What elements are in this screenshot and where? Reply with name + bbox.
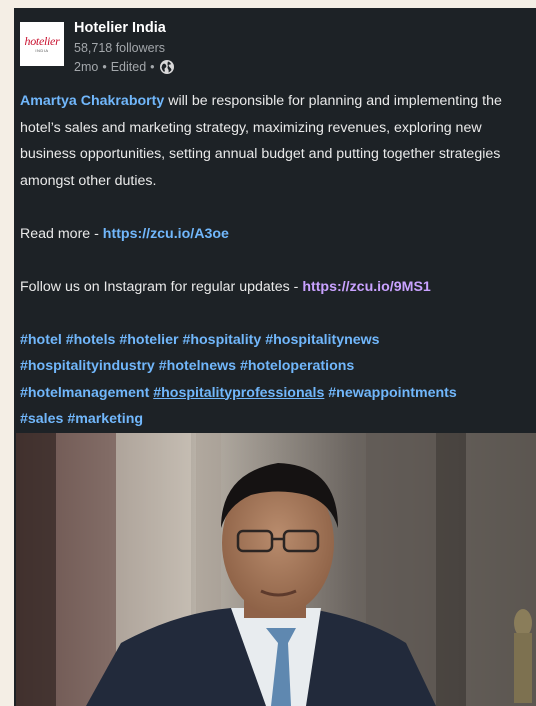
author-name[interactable]: Hotelier India bbox=[74, 20, 166, 36]
hashtag-link[interactable]: #hospitality bbox=[182, 332, 261, 348]
hashtag-link[interactable]: #hospitalityprofessionals bbox=[153, 385, 324, 401]
follower-count: 58,718 followers bbox=[74, 41, 166, 55]
edited-label: Edited bbox=[110, 60, 147, 74]
separator-dot: • bbox=[102, 60, 107, 74]
hashtag-link[interactable]: #hotelnews bbox=[159, 358, 236, 374]
post-header: hotelier INDIA Hotelier India 58,718 fol… bbox=[20, 20, 520, 80]
hashtag-link[interactable]: #hospitalitynews bbox=[265, 332, 379, 348]
read-more-label: Read more - bbox=[20, 225, 103, 242]
globe-icon bbox=[159, 60, 174, 74]
hashtag-block: #hotel #hotels #hotelier #hospitality #h… bbox=[20, 327, 532, 433]
separator-dot: • bbox=[150, 60, 155, 74]
hashtag-link[interactable]: #newappointments bbox=[328, 385, 457, 401]
logo-subtext: INDIA bbox=[35, 48, 49, 53]
hashtag-link[interactable]: #hotel bbox=[20, 332, 62, 348]
post-card: hotelier INDIA Hotelier India 58,718 fol… bbox=[14, 8, 536, 706]
post-image[interactable] bbox=[16, 433, 536, 706]
follow-label: Follow us on Instagram for regular updat… bbox=[20, 278, 303, 295]
hashtag-link[interactable]: #hotelier bbox=[119, 332, 178, 348]
post-body: Amartya Chakraborty will be responsible … bbox=[20, 88, 532, 433]
post-meta: 2mo • Edited • bbox=[74, 59, 175, 75]
hashtag-link[interactable]: #hotels bbox=[66, 332, 116, 348]
post-time: 2mo bbox=[74, 60, 99, 74]
hashtag-link[interactable]: #sales bbox=[20, 411, 63, 427]
hashtag-link[interactable]: #hoteloperations bbox=[240, 358, 354, 374]
post-paragraph: Amartya Chakraborty will be responsible … bbox=[20, 88, 532, 194]
portrait-photo bbox=[16, 433, 536, 706]
hashtag-link[interactable]: #hotelmanagement bbox=[20, 385, 149, 401]
hashtag-link[interactable]: #marketing bbox=[67, 411, 143, 427]
logo-wordmark: hotelier bbox=[24, 34, 60, 48]
read-more-link[interactable]: https://zcu.io/A3oe bbox=[103, 226, 229, 242]
hashtag-link[interactable]: #hospitalityindustry bbox=[20, 358, 155, 374]
mention-link[interactable]: Amartya Chakraborty bbox=[20, 93, 164, 109]
follow-line: Follow us on Instagram for regular updat… bbox=[20, 274, 532, 301]
company-logo[interactable]: hotelier INDIA bbox=[20, 22, 64, 66]
read-more-line: Read more - https://zcu.io/A3oe bbox=[20, 221, 532, 248]
instagram-link[interactable]: https://zcu.io/9MS1 bbox=[302, 279, 430, 295]
